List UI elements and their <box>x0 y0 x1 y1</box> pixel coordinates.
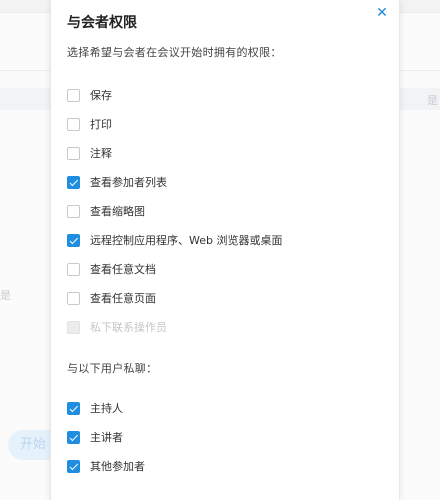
chat-target-label: 主持人 <box>90 402 123 415</box>
permission-contact-operator-privately: 私下联系操作员 <box>67 319 167 335</box>
permission-view-thumbnails[interactable]: 查看缩略图 <box>67 203 145 219</box>
permission-label: 查看参加者列表 <box>90 176 167 189</box>
checkbox[interactable] <box>67 291 80 305</box>
permission-label: 注释 <box>90 147 112 160</box>
checkbox[interactable] <box>67 88 80 102</box>
checkbox[interactable] <box>67 117 80 131</box>
close-icon[interactable]: ✕ <box>375 6 389 20</box>
permission-label: 打印 <box>90 118 112 131</box>
checkbox[interactable] <box>67 233 80 247</box>
private-chat-section-title: 与以下用户私聊： <box>67 362 158 375</box>
chat-target-host[interactable]: 主持人 <box>67 400 123 416</box>
attendee-permissions-dialog: 与会者权限 ✕ 选择希望与会者在会议开始时拥有的权限： 保存 打印 注释 查看参… <box>50 0 400 500</box>
checkbox[interactable] <box>67 204 80 218</box>
chat-target-other-participants[interactable]: 其他参加者 <box>67 458 145 474</box>
chat-target-label: 主讲者 <box>90 431 123 444</box>
permission-view-any-document[interactable]: 查看任意文档 <box>67 261 156 277</box>
dialog-title: 与会者权限 <box>67 15 137 31</box>
permission-label: 私下联系操作员 <box>90 321 167 334</box>
permission-remote-control[interactable]: 远程控制应用程序、Web 浏览器或桌面 <box>67 232 282 248</box>
permissions-subtitle: 选择希望与会者在会议开始时拥有的权限： <box>67 46 282 59</box>
checkbox[interactable] <box>67 146 80 160</box>
chat-target-label: 其他参加者 <box>90 460 145 473</box>
permission-save[interactable]: 保存 <box>67 87 112 103</box>
permission-view-participant-list[interactable]: 查看参加者列表 <box>67 174 167 190</box>
permission-label: 查看缩略图 <box>90 205 145 218</box>
checkbox[interactable] <box>67 262 80 276</box>
permission-view-any-page[interactable]: 查看任意页面 <box>67 290 156 306</box>
checkbox[interactable] <box>67 175 80 189</box>
chat-target-presenter[interactable]: 主讲者 <box>67 429 123 445</box>
checkbox[interactable] <box>67 430 80 444</box>
background-text-left: 是 <box>0 289 11 302</box>
permission-annotate[interactable]: 注释 <box>67 145 112 161</box>
permission-label: 保存 <box>90 89 112 102</box>
checkbox[interactable] <box>67 459 80 473</box>
permission-label: 查看任意页面 <box>90 292 156 305</box>
checkbox-disabled <box>67 320 80 334</box>
permission-print[interactable]: 打印 <box>67 116 112 132</box>
background-text-right: 是 <box>427 94 438 107</box>
checkbox[interactable] <box>67 401 80 415</box>
permission-label: 远程控制应用程序、Web 浏览器或桌面 <box>90 234 283 247</box>
permission-label: 查看任意文档 <box>90 263 156 276</box>
